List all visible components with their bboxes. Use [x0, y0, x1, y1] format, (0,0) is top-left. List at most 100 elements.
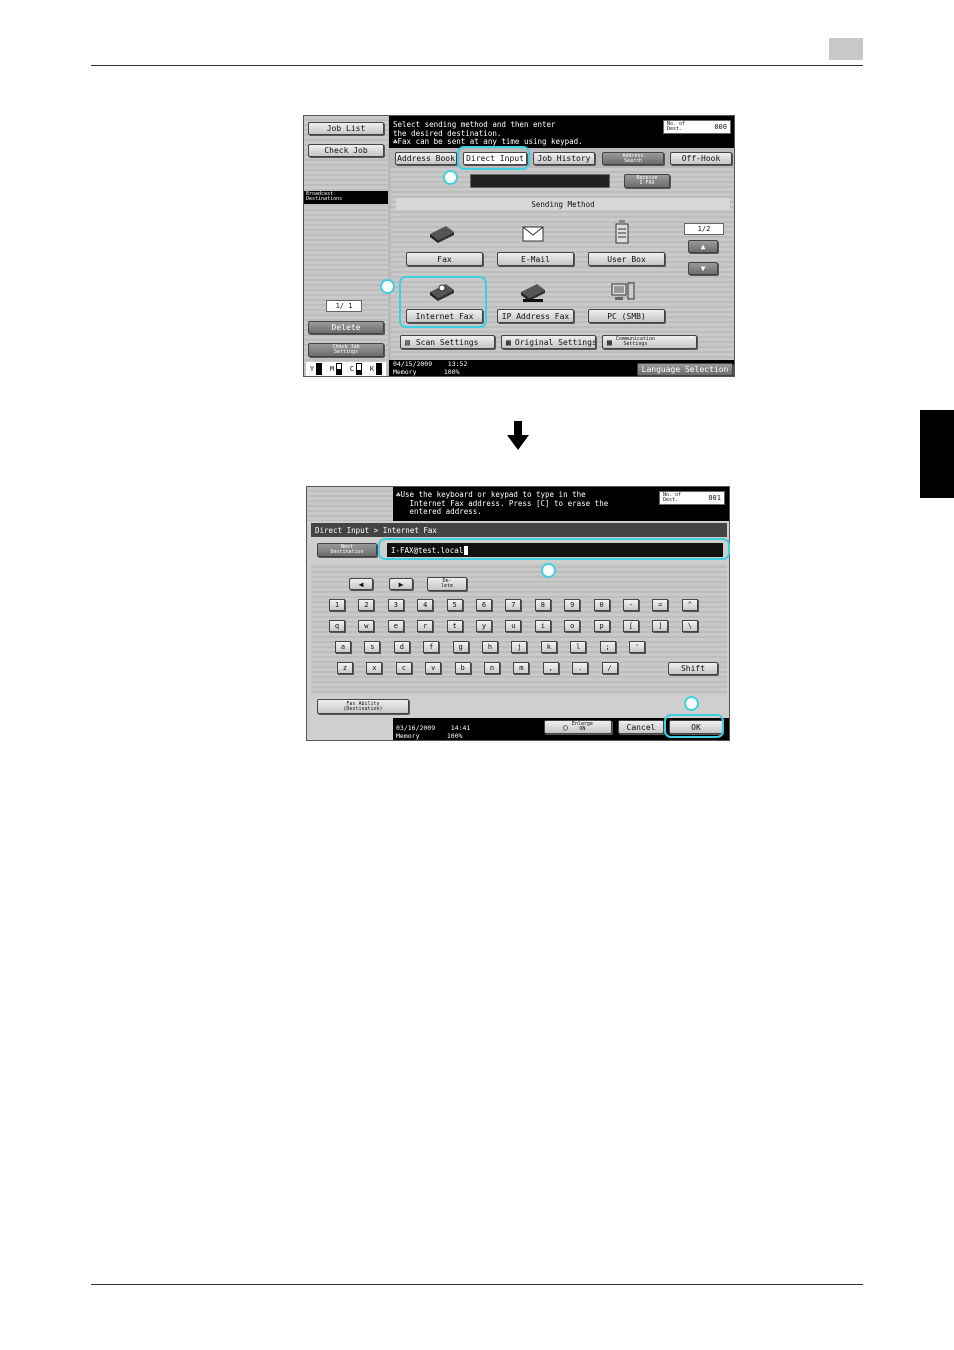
callout-2 — [380, 279, 395, 294]
key-row1-11[interactable]: = — [652, 599, 669, 611]
key-row2-2[interactable]: e — [387, 620, 404, 632]
key-row4-2[interactable]: c — [395, 662, 412, 674]
key-row2-10[interactable]: [ — [623, 620, 639, 632]
key-row4-4[interactable]: b — [454, 662, 471, 674]
toner-magenta: M — [326, 362, 346, 376]
key-row3-5[interactable]: h — [482, 641, 498, 653]
method-fax-button[interactable]: Fax — [406, 252, 483, 266]
key-row2-6[interactable]: u — [505, 620, 522, 632]
header-rule — [91, 65, 863, 66]
delete-button[interactable]: Delete — [308, 321, 384, 334]
key-row1-1[interactable]: 2 — [358, 599, 375, 611]
key-row4-7[interactable]: , — [542, 662, 559, 674]
arrow-left-icon: ◀ — [358, 579, 364, 589]
key-row1-5[interactable]: 6 — [476, 599, 492, 611]
arrow-up-icon: ▲ — [700, 242, 706, 251]
tab-off-hook[interactable]: Off-Hook — [670, 152, 732, 165]
key-row4-1[interactable]: x — [366, 662, 383, 674]
key-row3-10[interactable]: ' — [629, 641, 645, 653]
tab-address-search[interactable]: Address Search — [602, 152, 664, 165]
key-row1-3[interactable]: 4 — [417, 599, 434, 611]
job-list-button[interactable]: Job List — [308, 122, 384, 135]
key-row4-5[interactable]: n — [484, 662, 500, 674]
status-datetime: 04/15/2009 13:52 Memory 100% — [393, 360, 468, 376]
check-job-settings-button[interactable]: Check Job Settings — [308, 343, 384, 357]
key-row4-9[interactable]: / — [601, 662, 618, 674]
direct-input-highlight — [457, 146, 530, 170]
arrow-down-icon: ▼ — [700, 264, 706, 273]
key-row3-1[interactable]: s — [364, 641, 381, 653]
communication-settings-button[interactable]: ▩ Communication Settings — [602, 335, 697, 349]
page-up-button[interactable]: ▲ — [688, 240, 718, 253]
key-row1-12[interactable]: ^ — [681, 599, 698, 611]
key-row2-3[interactable]: r — [417, 620, 434, 632]
page-down-button[interactable]: ▼ — [688, 262, 718, 275]
footer-rule — [91, 1284, 863, 1285]
method-ip-address-fax-button[interactable]: IP Address Fax — [497, 309, 574, 323]
key-row3-8[interactable]: l — [570, 641, 587, 653]
key-row1-7[interactable]: 8 — [534, 599, 551, 611]
key-row3-2[interactable]: d — [393, 641, 410, 653]
key-row3-0[interactable]: a — [335, 641, 351, 653]
key-row1-6[interactable]: 7 — [505, 599, 522, 611]
enlarge-icon: ◯ — [563, 722, 568, 732]
shift-key[interactable]: Shift — [668, 662, 718, 675]
tab-address-book[interactable]: Address Book — [395, 152, 457, 165]
key-row2-0[interactable]: q — [329, 620, 345, 632]
callout-3 — [541, 563, 556, 578]
key-row2-4[interactable]: t — [446, 620, 463, 632]
key-row2-9[interactable]: p — [593, 620, 610, 632]
key-row2-8[interactable]: o — [564, 620, 581, 632]
method-pc-smb-button[interactable]: PC (SMB) — [588, 309, 665, 323]
key-row1-2[interactable]: 3 — [387, 599, 404, 611]
cursor-left-button[interactable]: ◀ — [349, 578, 373, 590]
original-settings-button[interactable]: ▦ Original Settings — [501, 335, 596, 349]
key-row1-0[interactable]: 1 — [329, 599, 345, 611]
key-row2-12[interactable]: \ — [681, 620, 698, 632]
key-row3-4[interactable]: g — [452, 641, 469, 653]
status-datetime: 03/16/2009 14:41 Memory 100% — [396, 724, 471, 740]
key-row4-6[interactable]: m — [513, 662, 530, 674]
dest-count-label: No. of Dest. — [667, 121, 686, 132]
key-row3-9[interactable]: ; — [599, 641, 616, 653]
delete-key[interactable]: De- lete — [427, 577, 467, 591]
cursor-right-button[interactable]: ▶ — [389, 578, 413, 590]
sending-method-title: Sending Method — [396, 198, 730, 210]
tab-job-history[interactable]: Job History — [533, 152, 595, 165]
key-row1-4[interactable]: 5 — [446, 599, 463, 611]
key-row4-8[interactable]: . — [572, 662, 589, 674]
cancel-button[interactable]: Cancel — [618, 720, 664, 734]
key-row1-8[interactable]: 9 — [564, 599, 581, 611]
fax-machine-icon — [430, 226, 454, 243]
fax-ability-destination-button[interactable]: Fax Ability (Destination) — [317, 699, 409, 714]
key-row2-11[interactable]: ] — [652, 620, 669, 632]
top-left-area — [307, 487, 393, 521]
key-row4-3[interactable]: v — [425, 662, 442, 674]
key-row3-7[interactable]: k — [540, 641, 557, 653]
address-field-highlight — [378, 538, 730, 560]
method-email-button[interactable]: E-Mail — [497, 252, 574, 266]
internet-fax-highlight — [399, 276, 487, 328]
key-row1-10[interactable]: - — [623, 599, 639, 611]
key-row2-5[interactable]: y — [476, 620, 492, 632]
dest-count-value: 000 — [714, 123, 727, 131]
key-row2-7[interactable]: i — [534, 620, 551, 632]
check-job-button[interactable]: Check Job — [308, 144, 384, 157]
arrow-right-icon: ▶ — [398, 579, 404, 589]
key-row3-6[interactable]: j — [511, 641, 528, 653]
next-destination-button[interactable]: Next Destination — [317, 543, 377, 557]
key-row2-1[interactable]: w — [358, 620, 375, 632]
receive-ifax-button[interactable]: Receive I-FAX — [624, 174, 670, 188]
scan-settings-button[interactable]: ▧ Scan Settings — [400, 335, 495, 349]
key-row4-0[interactable]: z — [337, 662, 353, 674]
destination-display — [470, 174, 610, 188]
key-row1-9[interactable]: 0 — [593, 599, 610, 611]
enlarge-on-button[interactable]: ◯ Enlarge ON — [544, 720, 612, 734]
toner-black: K — [366, 362, 386, 376]
communication-settings-icon: ▩ — [607, 337, 612, 347]
key-row3-3[interactable]: f — [423, 641, 440, 653]
language-selection-button[interactable]: Language Selection — [637, 363, 733, 376]
toner-levels: Y M C K — [306, 362, 386, 376]
dest-count-box: No. of Dest. 000 — [663, 120, 731, 134]
method-user-box-button[interactable]: User Box — [588, 252, 665, 266]
